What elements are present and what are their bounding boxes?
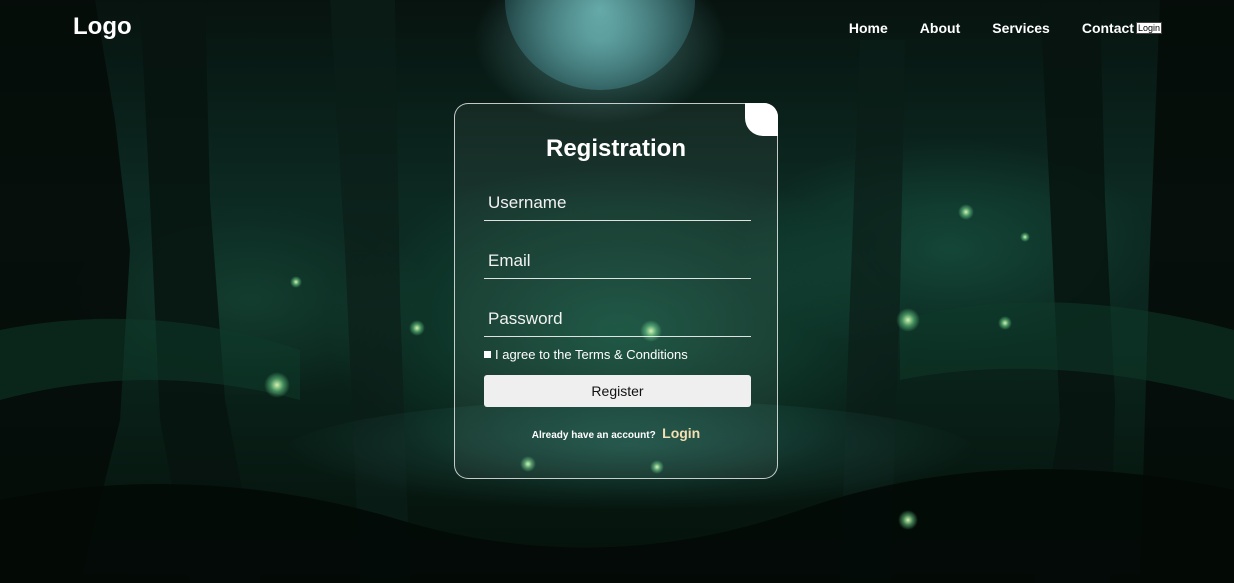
firefly-glow (264, 372, 290, 398)
firefly-glow (409, 320, 425, 336)
firefly-glow (998, 316, 1012, 330)
nav-about[interactable]: About (920, 20, 960, 36)
nav-home[interactable]: Home (849, 20, 888, 36)
email-field-container (484, 244, 751, 279)
firefly-glow (958, 204, 974, 220)
terms-checkbox[interactable] (484, 351, 491, 358)
register-button[interactable]: Register (484, 375, 751, 407)
username-input[interactable] (484, 186, 751, 220)
email-input[interactable] (484, 244, 751, 278)
site-logo[interactable]: Logo (73, 13, 132, 41)
password-field-container (484, 302, 751, 337)
login-prompt-row: Already have an account? Login (455, 425, 777, 443)
firefly-glow (1020, 232, 1030, 242)
main-nav: Home About Services Contact Login (849, 20, 1162, 36)
close-corner-icon[interactable] (745, 103, 778, 136)
firefly-glow (896, 308, 920, 332)
site-header: Logo Home About Services Contact Login (0, 0, 1234, 56)
registration-form: Registration I agree to the Terms & Cond… (454, 103, 778, 479)
nav-services[interactable]: Services (992, 20, 1050, 36)
username-field-container (484, 186, 751, 221)
firefly-glow (290, 276, 302, 288)
terms-row: I agree to the Terms & Conditions (484, 347, 688, 362)
firefly-glow (898, 510, 918, 530)
page: Logo Home About Services Contact Login R… (0, 0, 1234, 583)
terms-label[interactable]: I agree to the Terms & Conditions (495, 347, 688, 362)
nav-login-button[interactable]: Login (1135, 22, 1162, 34)
login-link[interactable]: Login (662, 425, 700, 441)
nav-contact[interactable]: Contact (1082, 20, 1134, 36)
login-prompt-text: Already have an account? (531, 430, 656, 441)
form-title: Registration (545, 135, 686, 162)
password-input[interactable] (484, 302, 751, 336)
